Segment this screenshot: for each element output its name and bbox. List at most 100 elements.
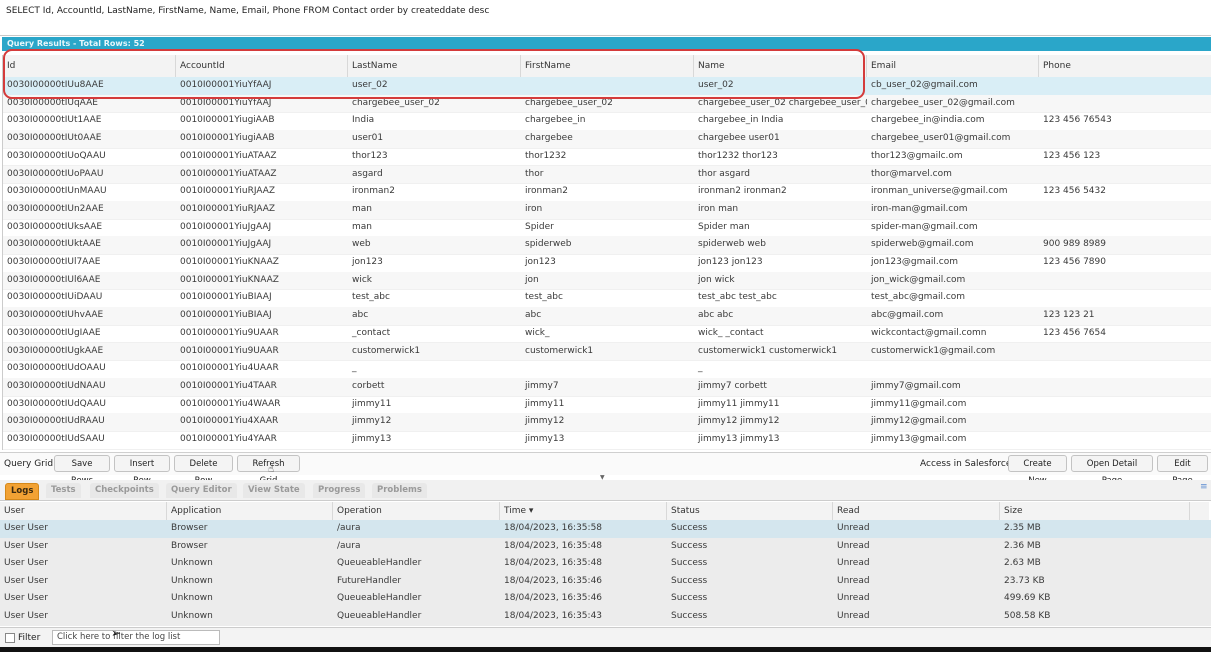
cell-email[interactable]: jon123@gmail.com xyxy=(867,254,1039,272)
cell-lastname[interactable]: asgard xyxy=(348,166,521,184)
cell-phone[interactable] xyxy=(1039,343,1211,361)
cell-phone[interactable] xyxy=(1039,289,1211,307)
table-row[interactable]: 0030I00000tIUl6AAE 0010I00001YiuKNAAZ wick… xyxy=(3,271,1211,291)
cell-lastname[interactable]: _contact xyxy=(348,325,521,343)
cell-email[interactable]: customerwick1@gmail.com xyxy=(867,343,1039,361)
cell-name[interactable]: abc abc xyxy=(694,307,867,325)
cell-name[interactable]: spiderweb web xyxy=(694,236,867,254)
cell-phone[interactable] xyxy=(1039,130,1211,148)
log-cell-status[interactable]: Success xyxy=(667,573,833,591)
table-row[interactable]: 0030I00000tIUu8AAE 0010I00001YiuYfAAJ user… xyxy=(3,77,1211,96)
cell-id[interactable]: 0030I00000tIUdRAAU xyxy=(3,413,176,431)
log-row[interactable]: User User Browser/aura 18/04/2023, 16:35:5… xyxy=(0,520,1211,539)
cell-phone[interactable] xyxy=(1039,77,1211,95)
column-header-accountid[interactable]: AccountId xyxy=(176,55,348,77)
log-cell-read[interactable]: Unread xyxy=(833,590,1000,608)
cell-lastname[interactable]: jon123 xyxy=(348,254,521,272)
cell-email[interactable]: chargebee_in@india.com xyxy=(867,112,1039,130)
cell-name[interactable]: ironman2 ironman2 xyxy=(694,183,867,201)
cell-accountid[interactable]: 0010I00001Yiu9UAAR xyxy=(176,343,348,361)
tab-logs[interactable]: Logs xyxy=(5,483,40,500)
column-header-lastname[interactable]: LastName xyxy=(348,55,521,77)
log-cell-operation[interactable]: QueueableHandler xyxy=(333,590,500,608)
cell-phone[interactable]: 123 123 21 xyxy=(1039,307,1211,325)
log-row[interactable]: User User Unknown QueueableHandler 18/04/20… xyxy=(0,608,1211,626)
cell-phone[interactable]: 123 456 5432 xyxy=(1039,183,1211,201)
table-row[interactable]: 0030I00000tIUiDAAU 0010I00001YiuBIAAJ test… xyxy=(3,289,1211,309)
cell-phone[interactable] xyxy=(1039,201,1211,219)
table-row[interactable]: 0030I00000tIUn2AAE 0010I00001YiuRJAAZ man i… xyxy=(3,200,1211,220)
cell-email[interactable]: jimmy12@gmail.com xyxy=(867,413,1039,431)
tab-tests[interactable]: Tests xyxy=(46,483,81,498)
cell-id[interactable]: 0030I00000tIUksAAE xyxy=(3,219,176,237)
cell-firstname[interactable]: customerwick1 xyxy=(521,343,694,361)
cell-id[interactable]: 0030I00000tIUoPAAU xyxy=(3,166,176,184)
cell-accountid[interactable]: 0010I00001Yiu4WAAR xyxy=(176,396,348,414)
cell-lastname[interactable]: user_02 xyxy=(348,77,521,95)
log-cell-operation[interactable]: FutureHandler xyxy=(333,573,500,591)
cell-name[interactable]: chargebee_in India xyxy=(694,112,867,130)
cell-name[interactable]: thor1232 thor123 xyxy=(694,148,867,166)
cell-name[interactable]: test_abc test_abc xyxy=(694,289,867,307)
cell-name[interactable]: wick_ _contact xyxy=(694,325,867,343)
log-cell-time[interactable]: 18/04/2023, 16:35:46 xyxy=(500,573,667,591)
column-header-phone[interactable]: Phone xyxy=(1039,55,1211,77)
cell-firstname[interactable]: chargebee_in xyxy=(521,112,694,130)
log-cell-size[interactable]: 23.73 KB xyxy=(1000,573,1190,591)
cell-name[interactable]: user_02 xyxy=(694,77,867,95)
save-rows-button[interactable]: Save Rows xyxy=(54,455,110,486)
cell-id[interactable]: 0030I00000tIUdNAAU xyxy=(3,378,176,396)
column-header-name[interactable]: Name xyxy=(694,55,867,77)
cell-accountid[interactable]: 0010I00001YiuKNAAZ xyxy=(176,254,348,272)
column-header-firstname[interactable]: FirstName xyxy=(521,55,694,77)
cell-accountid[interactable]: 0010I00001YiuYfAAJ xyxy=(176,77,348,95)
cell-accountid[interactable]: 0010I00001YiuBIAAJ xyxy=(176,289,348,307)
cell-name[interactable]: thor asgard xyxy=(694,166,867,184)
log-cell-user[interactable]: User User xyxy=(0,555,167,573)
cell-lastname[interactable]: customerwick1 xyxy=(348,343,521,361)
cell-accountid[interactable]: 0010I00001YiuATAAZ xyxy=(176,148,348,166)
cell-lastname[interactable]: ironman2 xyxy=(348,183,521,201)
tab-checkpoints[interactable]: Checkpoints xyxy=(90,483,159,498)
cell-accountid[interactable]: 0010I00001Yiu4TAAR xyxy=(176,378,348,396)
cell-accountid[interactable]: 0010I00001YiuBIAAJ xyxy=(176,307,348,325)
delete-row-button[interactable]: Delete Row xyxy=(174,455,233,486)
cell-name[interactable]: jon wick xyxy=(694,272,867,290)
log-cell-size[interactable]: 2.35 MB xyxy=(1000,520,1190,538)
cell-phone[interactable]: 123 456 7890 xyxy=(1039,254,1211,272)
cell-id[interactable]: 0030I00000tIUdSAAU xyxy=(3,431,176,449)
cell-id[interactable]: 0030I00000tIUt1AAE xyxy=(3,112,176,130)
logs-column-application[interactable]: Application xyxy=(167,502,333,520)
log-cell-application[interactable]: Browser xyxy=(167,520,333,538)
tab-query-editor[interactable]: Query Editor xyxy=(166,483,237,498)
cell-phone[interactable] xyxy=(1039,396,1211,414)
log-cell-operation[interactable]: QueueableHandler xyxy=(333,608,500,626)
logs-column-time[interactable]: Time ▾ xyxy=(500,502,667,520)
cell-firstname[interactable]: chargebee_user_02 xyxy=(521,95,694,113)
cell-lastname[interactable]: man xyxy=(348,201,521,219)
table-row[interactable]: 0030I00000tIUt1AAE 0010I00001YiugiAAB Indi… xyxy=(3,112,1211,132)
tab-problems[interactable]: Problems xyxy=(372,483,427,498)
log-cell-status[interactable]: Success xyxy=(667,520,833,538)
cell-id[interactable]: 0030I00000tIUt0AAE xyxy=(3,130,176,148)
cell-phone[interactable] xyxy=(1039,166,1211,184)
cell-id[interactable]: 0030I00000tIUdQAAU xyxy=(3,396,176,414)
cell-name[interactable]: jimmy12 jimmy12 xyxy=(694,413,867,431)
create-new-button[interactable]: Create New xyxy=(1008,455,1067,486)
table-row[interactable]: 0030I00000tIUdOAAU 0010I00001Yiu4UAAR _ _ xyxy=(3,360,1211,379)
cell-email[interactable]: iron-man@gmail.com xyxy=(867,201,1039,219)
log-cell-user[interactable]: User User xyxy=(0,538,167,556)
cell-accountid[interactable]: 0010I00001Yiu9UAAR xyxy=(176,325,348,343)
cell-firstname[interactable]: ironman2 xyxy=(521,183,694,201)
cell-accountid[interactable]: 0010I00001YiuJgAAJ xyxy=(176,219,348,237)
cell-firstname[interactable]: jimmy12 xyxy=(521,413,694,431)
log-cell-operation[interactable]: /aura xyxy=(333,520,500,538)
cell-lastname[interactable]: user01 xyxy=(348,130,521,148)
cell-email[interactable]: spider-man@gmail.com xyxy=(867,219,1039,237)
cell-email[interactable]: cb_user_02@gmail.com xyxy=(867,77,1039,95)
cell-name[interactable]: jimmy7 corbett xyxy=(694,378,867,396)
cell-name[interactable]: iron man xyxy=(694,201,867,219)
cell-name[interactable]: jimmy11 jimmy11 xyxy=(694,396,867,414)
log-cell-user[interactable]: User User xyxy=(0,573,167,591)
cell-name[interactable]: _ xyxy=(694,360,867,378)
